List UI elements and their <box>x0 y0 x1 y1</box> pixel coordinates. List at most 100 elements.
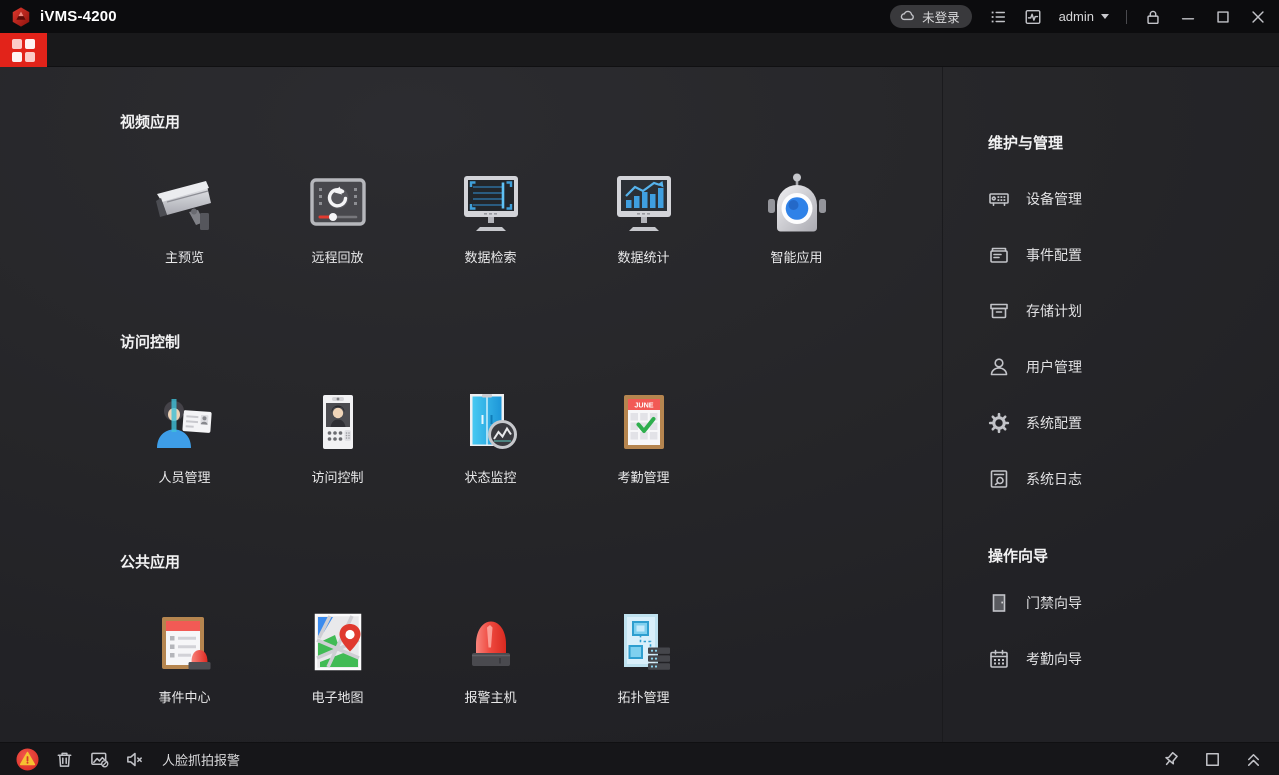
app-item-label: 考勤管理 <box>617 470 669 485</box>
items-row: 事件中心 <box>108 610 942 705</box>
sidebar-group-wizard: 操作向导 门禁向导 <box>988 549 1279 687</box>
app-item-status-monitoring[interactable]: 状态监控 <box>414 390 567 485</box>
sidebar-item-label: 事件配置 <box>1026 245 1082 265</box>
user-menu[interactable]: admin <box>1059 9 1109 24</box>
app-item-data-retrieval[interactable]: 数据检索 <box>414 170 567 265</box>
statusbar: 人脸抓拍报警 <box>0 742 1279 775</box>
person-idcard-icon <box>153 390 217 454</box>
statusbar-left: 人脸抓拍报警 <box>16 748 240 771</box>
app-item-label: 报警主机 <box>464 690 516 705</box>
sidebar-item-event-configuration[interactable]: 事件配置 <box>988 227 1279 283</box>
sidebar-group-title: 维护与管理 <box>988 136 1279 151</box>
sidebar-item-attendance-wizard[interactable]: 考勤向导 <box>988 631 1279 687</box>
sidebar-item-label: 系统配置 <box>1026 413 1082 433</box>
app-item-label: 事件中心 <box>158 690 210 705</box>
section-title: 视频应用 <box>120 115 942 130</box>
login-status-button[interactable]: 未登录 <box>890 5 972 28</box>
app-item-person-management[interactable]: 人员管理 <box>108 390 261 485</box>
section-video-applications: 视频应用 <box>0 115 942 265</box>
sidebar-item-label: 系统日志 <box>1026 469 1082 489</box>
health-monitor-icon[interactable] <box>1024 8 1042 26</box>
maximize-button[interactable] <box>1214 8 1232 26</box>
app-item-access-control[interactable]: 访问控制 <box>261 390 414 485</box>
task-list-icon[interactable] <box>989 8 1007 26</box>
alarm-siren-icon <box>459 610 523 674</box>
content: 视频应用 <box>0 67 1279 742</box>
app-item-topology-management[interactable]: 拓扑管理 <box>567 610 720 705</box>
speaker-muted-icon[interactable] <box>125 750 144 769</box>
app-item-label: 远程回放 <box>311 250 363 265</box>
device-panel-icon <box>988 188 1010 210</box>
lock-icon[interactable] <box>1144 8 1162 26</box>
app-item-label: 数据统计 <box>617 250 669 265</box>
items-row: 人员管理 <box>108 390 942 485</box>
calendar-month-text: JUNE <box>634 400 653 409</box>
chevron-down-icon <box>1101 14 1109 19</box>
minimize-button[interactable] <box>1179 8 1197 26</box>
titlebar-right: 未登录 admin <box>890 5 1267 28</box>
pin-icon[interactable] <box>1162 750 1181 769</box>
sidebar-item-label: 存储计划 <box>1026 301 1082 321</box>
section-public-applications: 公共应用 <box>0 555 942 705</box>
app-item-label: 主预览 <box>165 250 204 265</box>
intercom-icon <box>306 390 370 454</box>
topology-server-icon <box>612 610 676 674</box>
app-item-attendance-management[interactable]: JUNE 考勤管理 <box>567 390 720 485</box>
section-access-control: 访问控制 <box>0 335 942 485</box>
alarm-event-label[interactable]: 人脸抓拍报警 <box>162 750 240 769</box>
cctv-camera-icon <box>153 170 217 234</box>
items-row: 主预览 <box>108 170 942 265</box>
gear-icon <box>988 412 1010 434</box>
sidebar-item-system-configuration[interactable]: 系统配置 <box>988 395 1279 451</box>
sidebar: 维护与管理 设备管理 <box>942 67 1279 742</box>
app-item-event-center[interactable]: 事件中心 <box>108 610 261 705</box>
playback-panel-icon <box>306 170 370 234</box>
app-item-data-statistics[interactable]: 数据统计 <box>567 170 720 265</box>
app-item-label: 访问控制 <box>311 470 363 485</box>
titlebar: iVMS-4200 未登录 admin <box>0 0 1279 33</box>
maximize-panel-icon[interactable] <box>1203 750 1222 769</box>
sidebar-group-maintenance: 维护与管理 设备管理 <box>988 136 1279 507</box>
tabbar <box>0 33 1279 67</box>
sidebar-items: 设备管理 事件配置 <box>988 171 1279 507</box>
sidebar-items: 门禁向导 考勤向导 <box>988 575 1279 687</box>
image-off-icon[interactable] <box>90 750 109 769</box>
sidebar-item-access-wizard[interactable]: 门禁向导 <box>988 575 1279 631</box>
titlebar-separator <box>1126 10 1127 24</box>
main-panel: 视频应用 <box>0 67 942 742</box>
login-status-label: 未登录 <box>922 7 960 26</box>
username: admin <box>1059 9 1094 24</box>
door-monitor-icon <box>459 390 523 454</box>
app-item-label: 智能应用 <box>770 250 822 265</box>
map-pin-icon <box>306 610 370 674</box>
app-item-label: 拓扑管理 <box>617 690 669 705</box>
sidebar-item-label: 考勤向导 <box>1026 649 1082 669</box>
cloud-icon <box>899 8 916 25</box>
sidebar-item-label: 设备管理 <box>1026 189 1082 209</box>
home-menu-button[interactable] <box>0 33 47 67</box>
app-item-label: 电子地图 <box>311 690 363 705</box>
robot-icon <box>765 170 829 234</box>
close-button[interactable] <box>1249 8 1267 26</box>
alarm-badge-icon[interactable] <box>16 748 39 771</box>
app-item-intelligent-applications[interactable]: 智能应用 <box>720 170 873 265</box>
trash-icon[interactable] <box>55 750 74 769</box>
sidebar-item-device-management[interactable]: 设备管理 <box>988 171 1279 227</box>
app-item-main-preview[interactable]: 主预览 <box>108 170 261 265</box>
event-config-icon <box>988 244 1010 266</box>
statusbar-right <box>1162 750 1263 769</box>
collapse-up-icon[interactable] <box>1244 750 1263 769</box>
sidebar-item-system-log[interactable]: 系统日志 <box>988 451 1279 507</box>
sidebar-item-user-management[interactable]: 用户管理 <box>988 339 1279 395</box>
app-item-emap[interactable]: 电子地图 <box>261 610 414 705</box>
grid-menu-icon <box>12 39 35 62</box>
app-item-remote-playback[interactable]: 远程回放 <box>261 170 414 265</box>
monitor-statistics-icon <box>612 170 676 234</box>
app-item-alarm-host[interactable]: 报警主机 <box>414 610 567 705</box>
app-item-label: 数据检索 <box>464 250 516 265</box>
sidebar-item-storage-schedule[interactable]: 存储计划 <box>988 283 1279 339</box>
app-title: iVMS-4200 <box>40 8 117 25</box>
log-search-icon <box>988 468 1010 490</box>
sidebar-item-label: 门禁向导 <box>1026 593 1082 613</box>
sidebar-item-label: 用户管理 <box>1026 357 1082 377</box>
